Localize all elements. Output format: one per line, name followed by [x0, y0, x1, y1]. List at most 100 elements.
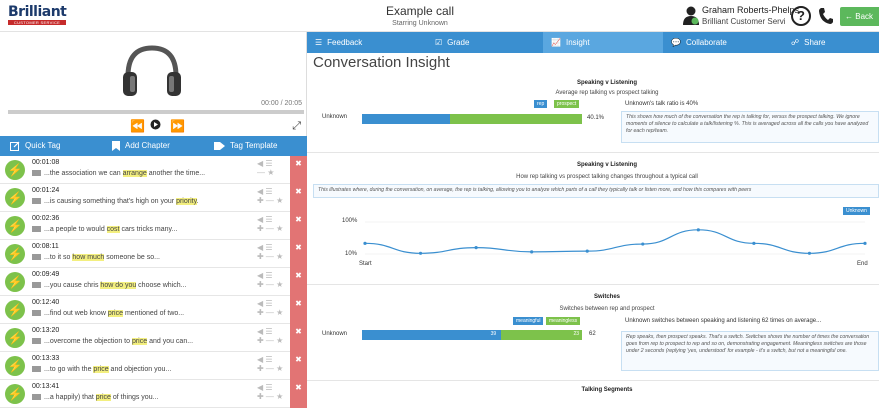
- delete-icon[interactable]: ✖: [290, 156, 307, 184]
- row-actions[interactable]: ◀ ☰ ✚ — ★: [257, 299, 287, 317]
- row-actions[interactable]: ◀ ☰ ✚ — ★: [257, 243, 287, 261]
- delete-icon[interactable]: ✖: [290, 324, 307, 352]
- divider: [307, 152, 879, 153]
- tag-snippet: ...a happily) that price of things you..…: [32, 394, 158, 401]
- lightning-icon: ⚡: [5, 300, 25, 320]
- playback-progress-bar[interactable]: [8, 110, 304, 114]
- divider: [307, 284, 879, 285]
- share-icon: ☍: [791, 38, 800, 47]
- insight-panel: ☰ Feedback ☑ Grade 📈 Insight 💬 Collaborate ☍…: [307, 32, 879, 393]
- tab-feedback[interactable]: ☰ Feedback: [307, 32, 427, 53]
- list-icon: ☰: [315, 38, 323, 47]
- data-point: [585, 249, 589, 253]
- row-actions[interactable]: ◀ ☰ ✚ — ★: [257, 327, 287, 345]
- tag-list: ⚡ 00:01:08 ...the association we can arr…: [0, 156, 307, 408]
- lightning-icon: ⚡: [5, 244, 25, 264]
- tab-grade-label: Grade: [447, 38, 470, 47]
- delete-icon[interactable]: ✖: [290, 352, 307, 380]
- legend-meaningful: meaningful: [513, 317, 544, 325]
- tag-row[interactable]: ⚡ 00:09:49 ...you cause chris how do you…: [0, 268, 307, 296]
- speaking-percent: 40.1%: [587, 115, 605, 121]
- tag-time: 00:01:24: [32, 187, 60, 194]
- row-actions[interactable]: ◀ ☰ ✚ — ★: [257, 383, 287, 401]
- tag-row[interactable]: ⚡ 00:01:24 ...is causing something that'…: [0, 184, 307, 212]
- timeline-note: This illustrates where, during the conve…: [313, 184, 879, 198]
- lightning-icon: ⚡: [5, 356, 25, 376]
- back-button[interactable]: ← Back: [840, 7, 879, 26]
- data-point: [696, 228, 700, 232]
- tab-share[interactable]: ☍ Share: [783, 32, 879, 53]
- delete-icon[interactable]: ✖: [290, 380, 307, 408]
- brilliant-logo[interactable]: Brilliant CUSTOMER SERVICE: [8, 5, 67, 25]
- tag-row[interactable]: ⚡ 00:13:41 ...a happily) that price of t…: [0, 380, 307, 408]
- data-point: [641, 242, 645, 246]
- chart-icon: 📈: [551, 38, 561, 47]
- tag-icon: [32, 226, 41, 232]
- tag-time: 00:09:49: [32, 271, 60, 278]
- page-title: Conversation Insight: [313, 54, 450, 71]
- tag-snippet: ...the association we can arrange anothe…: [32, 170, 205, 177]
- speaking-row-label: Unknown: [322, 114, 348, 120]
- user-name[interactable]: Graham Roberts-Phelps: [702, 5, 799, 15]
- arrow-left-icon: ←: [845, 12, 856, 21]
- timeline-subtitle: How rep talking vs prospect talking chan…: [516, 174, 698, 180]
- quick-tag-button[interactable]: Quick Tag: [10, 136, 60, 156]
- tag-row[interactable]: ⚡ 00:08:11 ...to it so how much someone …: [0, 240, 307, 268]
- timeline-title: Speaking v Listening: [576, 162, 637, 168]
- data-point: [807, 251, 812, 255]
- rewind-icon[interactable]: ⏪: [130, 119, 145, 133]
- play-icon[interactable]: [150, 119, 161, 133]
- row-actions[interactable]: ◀ ☰ ✚ — ★: [257, 355, 287, 373]
- row-actions[interactable]: ◀ ☰ ✚ — ★: [257, 215, 287, 233]
- help-button[interactable]: ?: [791, 6, 811, 26]
- legend-rep: rep: [534, 100, 548, 108]
- segments-title: Talking Segments: [581, 387, 633, 393]
- tag-row[interactable]: ⚡ 00:02:36 ...a people to would cost car…: [0, 212, 307, 240]
- tag-icon: [32, 282, 41, 288]
- tag-snippet: ...a people to would cost cars tricks ma…: [32, 226, 177, 233]
- phone-icon[interactable]: [818, 7, 834, 25]
- add-chapter-button[interactable]: Add Chapter: [112, 136, 170, 156]
- tag-row[interactable]: ⚡ 00:13:33 ...to go with the price and o…: [0, 352, 307, 380]
- tab-insight-label: Insight: [565, 38, 590, 47]
- row-actions[interactable]: ◀ ☰ — ★: [257, 159, 287, 177]
- delete-icon[interactable]: ✖: [290, 296, 307, 324]
- tag-icon: [32, 254, 41, 260]
- tag-icon: [32, 366, 41, 372]
- tag-time: 00:13:20: [32, 327, 60, 334]
- edit-icon: [10, 141, 20, 151]
- lightning-icon: ⚡: [5, 216, 25, 236]
- tag-row[interactable]: ⚡ 00:12:40 ...find out web know price me…: [0, 296, 307, 324]
- tag-snippet: ...to go with the price and objection yo…: [32, 366, 171, 373]
- tab-grade[interactable]: ☑ Grade: [427, 32, 543, 53]
- tag-time: 00:13:33: [32, 355, 60, 362]
- delete-icon[interactable]: ✖: [290, 240, 307, 268]
- data-point: [752, 241, 756, 245]
- delete-icon[interactable]: ✖: [290, 268, 307, 296]
- row-actions[interactable]: ◀ ☰ ✚ — ★: [257, 187, 287, 205]
- meaningful-value: 39: [490, 331, 497, 337]
- tag-template-button[interactable]: Tag Template: [214, 136, 277, 156]
- tag-toolbar: Quick Tag Add Chapter Tag Template: [0, 136, 307, 156]
- tab-collaborate[interactable]: 💬 Collaborate: [663, 32, 783, 53]
- row-actions[interactable]: ◀ ☰ ✚ — ★: [257, 271, 287, 289]
- chat-icon: 💬: [671, 38, 681, 47]
- tag-snippet: ...find out web know price mentioned of …: [32, 310, 184, 317]
- tag-row[interactable]: ⚡ 00:01:08 ...the association we can arr…: [0, 156, 307, 184]
- tag-icon: [32, 394, 41, 400]
- tag-time: 00:01:08: [32, 159, 60, 166]
- tag-icon: [32, 198, 41, 204]
- delete-icon[interactable]: ✖: [290, 184, 307, 212]
- user-avatar-icon[interactable]: [682, 6, 700, 26]
- player-panel: 00:00 / 20:05 ⏪ ⏩ ⤢ Quick Tag Add Chapte…: [0, 32, 307, 408]
- speaking-ratio-text: Unknown's talk ratio is 40%: [625, 101, 699, 107]
- tag-time: 00:08:11: [32, 243, 59, 250]
- delete-icon[interactable]: ✖: [290, 212, 307, 240]
- tab-insight[interactable]: 📈 Insight: [543, 32, 663, 53]
- expand-icon[interactable]: ⤢: [292, 120, 301, 133]
- tag-row[interactable]: ⚡ 00:13:20 ...overcome the objection to …: [0, 324, 307, 352]
- data-point: [474, 246, 478, 250]
- series-line: [364, 229, 866, 254]
- user-role: Brilliant Customer Servi...: [702, 17, 786, 26]
- fast-forward-icon[interactable]: ⏩: [170, 119, 185, 133]
